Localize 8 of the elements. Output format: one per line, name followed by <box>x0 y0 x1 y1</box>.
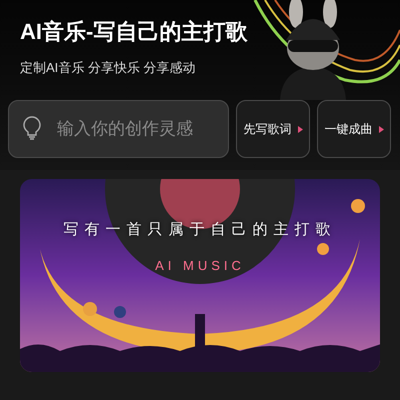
action-button[interactable]: 一键成曲 <box>317 100 391 158</box>
page-title: AI音乐-写自己的主打歌 <box>20 18 248 46</box>
caret-icon <box>298 126 302 132</box>
action-button[interactable]: 先写歌词 <box>236 100 310 158</box>
caret-icon <box>378 126 384 132</box>
inspiration-input-field[interactable]: 输入你的创作灵感 <box>8 100 229 158</box>
page-subtitle: 定制AI音乐 分享快乐 分享感动 <box>20 59 197 77</box>
banner-tagline: AI MUSIC <box>155 256 245 274</box>
